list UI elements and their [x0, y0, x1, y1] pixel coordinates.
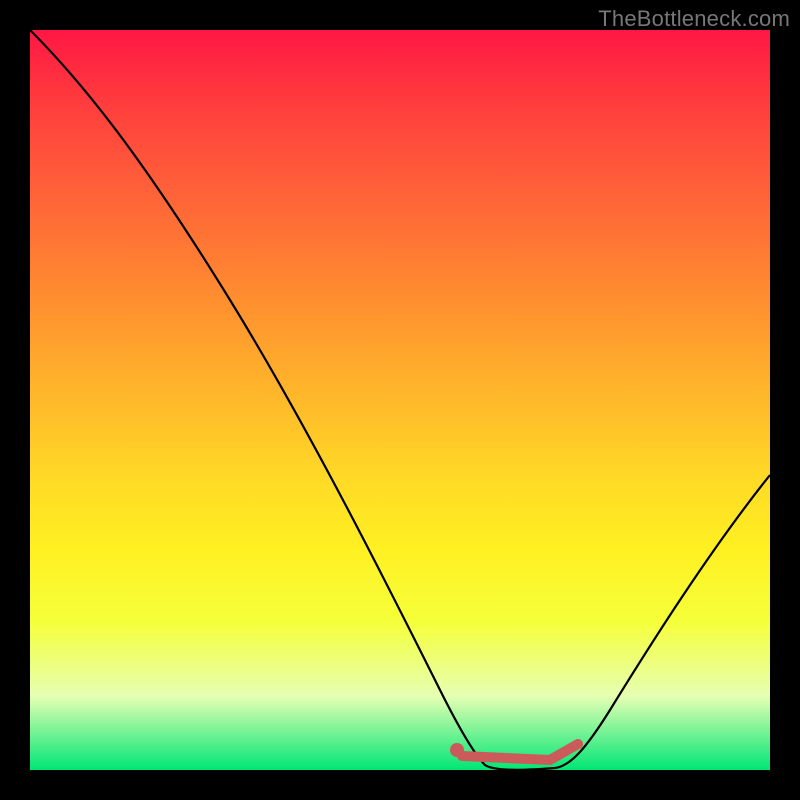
chart-svg: [30, 30, 770, 770]
watermark-text: TheBottleneck.com: [598, 6, 790, 32]
bottleneck-curve: [30, 30, 770, 770]
chart-plot-area: [30, 30, 770, 770]
optimal-range-marker: [462, 744, 578, 760]
